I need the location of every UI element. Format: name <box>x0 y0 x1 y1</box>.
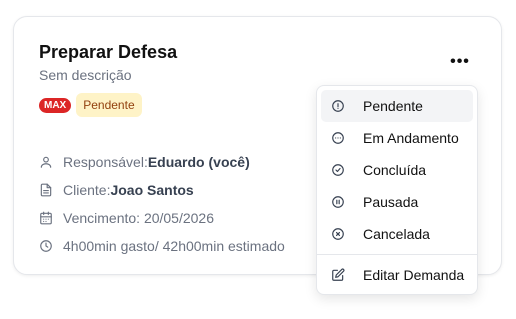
task-description: Sem descrição <box>39 67 132 83</box>
responsible-label: Responsável: <box>63 154 148 170</box>
x-circle-icon <box>332 228 344 240</box>
menu-item-label: Pendente <box>363 98 423 114</box>
pause-circle-icon <box>332 196 344 208</box>
calendar-icon <box>40 211 52 225</box>
more-icon: ••• <box>450 53 470 70</box>
menu-item-pausada[interactable]: Pausada <box>321 186 473 218</box>
check-circle-icon <box>332 164 344 176</box>
task-info: Responsável: Eduardo (você) Cliente: Joa… <box>39 148 285 260</box>
client-label: Cliente: <box>63 182 111 198</box>
menu-item-concluida[interactable]: Concluída <box>321 154 473 186</box>
badge-row: MAX Pendente <box>39 93 142 117</box>
dots-circle-icon <box>332 132 344 144</box>
client-value: Joao Santos <box>110 182 194 198</box>
responsible-value: Eduardo (você) <box>147 154 250 170</box>
more-options-button[interactable]: ••• <box>448 53 472 71</box>
menu-item-label: Cancelada <box>363 226 430 242</box>
client-row: Cliente: Joao Santos <box>39 176 285 204</box>
time-tracking: 4h00min gasto/ 42h00min estimado <box>63 238 285 254</box>
menu-item-label: Concluída <box>363 162 427 178</box>
status-dropdown-menu: Pendente Em Andamento Concluída Pausada … <box>316 85 478 295</box>
menu-item-em-andamento[interactable]: Em Andamento <box>321 122 473 154</box>
menu-item-pendente[interactable]: Pendente <box>321 90 473 122</box>
time-row: 4h00min gasto/ 42h00min estimado <box>39 232 285 260</box>
alert-circle-icon <box>332 100 344 112</box>
task-title: Preparar Defesa <box>39 42 178 62</box>
menu-item-label: Pausada <box>363 194 419 210</box>
priority-badge: MAX <box>39 97 72 113</box>
menu-item-editar-demanda[interactable]: Editar Demanda <box>321 259 473 291</box>
file-icon <box>40 183 52 197</box>
menu-item-label: Editar Demanda <box>363 267 465 283</box>
due-date: Vencimento: 20/05/2026 <box>63 210 215 226</box>
edit-icon <box>332 268 345 281</box>
menu-item-label: Em Andamento <box>363 130 459 146</box>
responsible-row: Responsável: Eduardo (você) <box>39 148 285 176</box>
user-icon <box>40 156 52 168</box>
status-badge: Pendente <box>76 93 142 117</box>
due-row: Vencimento: 20/05/2026 <box>39 204 285 232</box>
menu-item-cancelada[interactable]: Cancelada <box>321 218 473 250</box>
menu-divider <box>317 254 477 255</box>
clock-icon <box>40 240 52 252</box>
